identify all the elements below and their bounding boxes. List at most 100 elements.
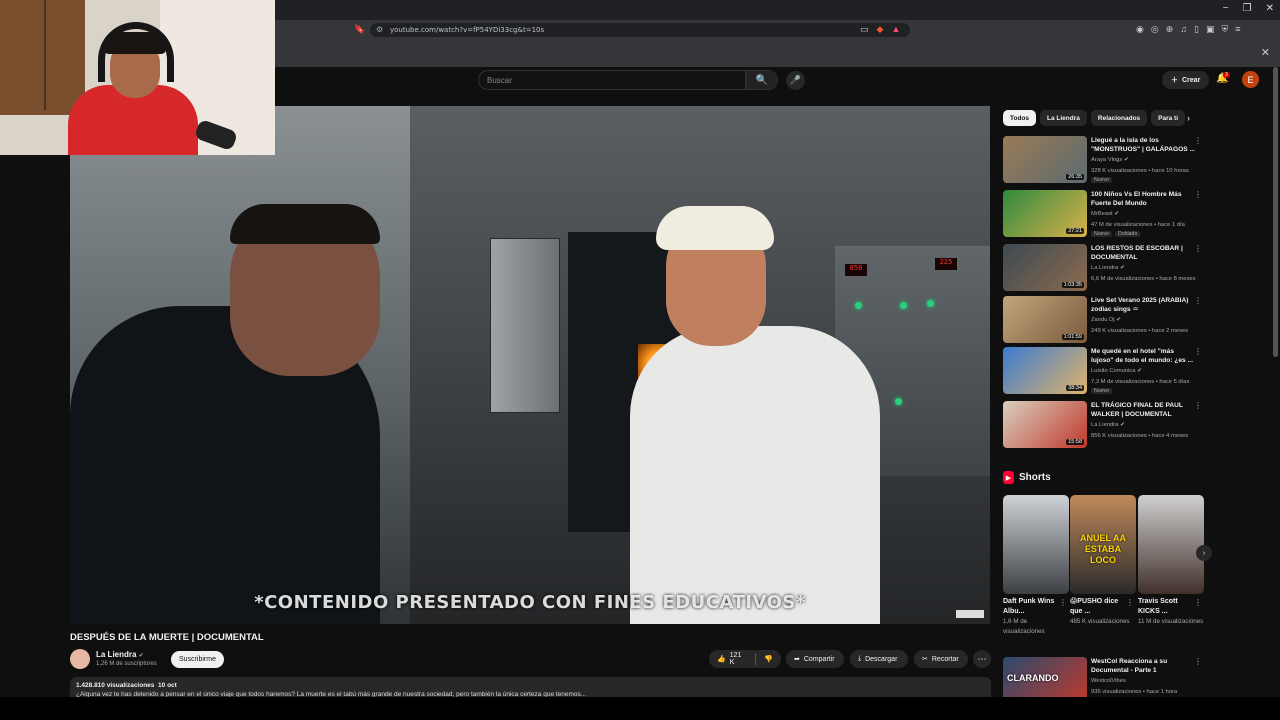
- page-scrollbar[interactable]: [1273, 67, 1278, 357]
- cast-icon[interactable]: ▭: [860, 24, 869, 35]
- short-title[interactable]: 😱PUSHO dice que ...: [1070, 597, 1128, 617]
- short-thumbnail[interactable]: [1003, 495, 1069, 594]
- download-button[interactable]: ⤓ Descargar: [850, 650, 908, 668]
- address-bar-actions: ▭ ◆ ▲: [860, 24, 900, 35]
- shorts-next-button[interactable]: ›: [1196, 545, 1212, 561]
- kebab-menu-icon[interactable]: ⋮: [1194, 657, 1202, 666]
- subscribe-button[interactable]: Suscribirme: [171, 651, 224, 668]
- recommendation-meta: 936 visualizaciones • hace 1 hora: [1091, 689, 1178, 695]
- extension-1-icon[interactable]: ◉: [1136, 24, 1144, 35]
- recommendation-channel[interactable]: Zandu Dj ✔: [1091, 317, 1121, 323]
- sidebar-icon[interactable]: ▯: [1194, 24, 1199, 35]
- channel-name[interactable]: La Liendra ✔: [96, 650, 144, 659]
- kebab-menu-icon[interactable]: ⋮: [1126, 598, 1134, 607]
- recommendation-item[interactable]: 26:35 Llegué a la isla de los "MONSTRUOS"…: [1003, 136, 1208, 186]
- video-thumbnail[interactable]: 27:21: [1003, 190, 1087, 237]
- search-input[interactable]: Buscar: [478, 70, 746, 90]
- recommendation-channel[interactable]: WestcolVibes: [1091, 678, 1126, 684]
- close-icon[interactable]: ✕: [1261, 46, 1270, 59]
- like-count[interactable]: 121 K: [730, 652, 748, 666]
- panel-display: 850: [845, 264, 867, 276]
- menu-icon[interactable]: ≡: [1235, 24, 1240, 35]
- recommendation-item[interactable]: 1:01:59 Live Set Verano 2025 (ARABIA) zod…: [1003, 296, 1208, 346]
- chevron-right-icon[interactable]: ›: [1187, 113, 1190, 123]
- recommendation-meta: 856 K visualizaciones • hace 4 meses: [1091, 433, 1189, 439]
- site-info-icon[interactable]: ⚙: [376, 25, 383, 34]
- share-button[interactable]: ➦ Compartir: [786, 650, 844, 668]
- close-window-button[interactable]: ✕: [1266, 3, 1274, 14]
- recommendation-title[interactable]: LOS RESTOS DE ESCOBAR | DOCUMENTAL: [1091, 244, 1195, 262]
- like-icon[interactable]: 👍: [717, 655, 726, 663]
- kebab-menu-icon[interactable]: ⋮: [1194, 296, 1202, 305]
- bookmark-icon[interactable]: 🔖: [354, 24, 365, 35]
- short-item[interactable]: Travis Scott KICKS ... 11 M de visualizac…: [1138, 495, 1204, 627]
- recommendation-title[interactable]: Live Set Verano 2025 (ARABIA) zodiac sin…: [1091, 296, 1195, 314]
- extension-2-icon[interactable]: ◎: [1151, 24, 1159, 35]
- recommendation-item[interactable]: 1:03:35 LOS RESTOS DE ESCOBAR | DOCUMENTA…: [1003, 244, 1208, 294]
- vpn-icon[interactable]: ⛨: [1221, 24, 1228, 35]
- video-player[interactable]: 850 225 *CONTENIDO PRESENTADO CON FINES …: [70, 106, 990, 624]
- video-thumbnail[interactable]: 1:01:59: [1003, 296, 1087, 343]
- kebab-menu-icon[interactable]: ⋮: [1194, 401, 1202, 410]
- recommendation-title[interactable]: Llegué a la isla de los "MONSTRUOS" | GA…: [1091, 136, 1195, 154]
- short-item[interactable]: ANUEL AA ESTABA LOCO 😱PUSHO dice que ... 4…: [1070, 495, 1136, 627]
- recommendation-meta: 47 M de visualizaciones • hace 1 día: [1091, 222, 1185, 228]
- video-thumbnail[interactable]: 38:34: [1003, 347, 1087, 394]
- short-title[interactable]: Daft Punk Wins Albu...: [1003, 597, 1061, 617]
- kebab-menu-icon[interactable]: ⋮: [1194, 347, 1202, 356]
- short-thumbnail[interactable]: [1138, 495, 1204, 594]
- dislike-icon[interactable]: 👎: [764, 655, 773, 663]
- recommendation-channel[interactable]: La Liendra ✔: [1091, 422, 1125, 428]
- recommendation-channel[interactable]: La Liendra ✔: [1091, 265, 1125, 271]
- chip-todos[interactable]: Todos: [1003, 110, 1037, 126]
- recommendation-channel[interactable]: Araya Vlogs ✔: [1091, 157, 1129, 163]
- kebab-menu-icon[interactable]: ⋮: [1194, 598, 1202, 607]
- plus-icon: ＋: [1171, 77, 1178, 84]
- voice-search-button[interactable]: 🎤: [786, 71, 805, 90]
- address-bar[interactable]: ⚙ youtube.com/watch?v=fP54YDi33cg&t=10s: [370, 23, 910, 37]
- new-badge: Nuevo: [1091, 388, 1112, 394]
- recommendation-item[interactable]: 38:34 Me quedé en el hotel "más lujoso" d…: [1003, 347, 1208, 397]
- extension-3-icon[interactable]: ⊕: [1166, 24, 1174, 35]
- wallet-icon[interactable]: ▣: [1206, 24, 1215, 35]
- short-item[interactable]: Daft Punk Wins Albu... 1,6 M de visualiza…: [1003, 495, 1069, 637]
- video-duration: 15:58: [1066, 439, 1084, 445]
- video-thumbnail[interactable]: 26:35: [1003, 136, 1087, 183]
- kebab-menu-icon[interactable]: ⋮: [1059, 598, 1067, 607]
- account-avatar[interactable]: E: [1242, 71, 1259, 88]
- video-duration: 27:21: [1066, 228, 1084, 234]
- recommendation-title[interactable]: Me quedé en el hotel "más lujoso" de tod…: [1091, 347, 1195, 365]
- minimize-button[interactable]: −: [1223, 3, 1229, 14]
- webcam-cabinet: [0, 0, 85, 115]
- search-button[interactable]: 🔍: [746, 70, 778, 90]
- brave-rewards-icon[interactable]: ▲: [891, 24, 900, 35]
- short-thumbnail[interactable]: ANUEL AA ESTABA LOCO: [1070, 495, 1136, 594]
- verified-icon: ✔: [1114, 211, 1120, 217]
- video-thumbnail[interactable]: 15:58: [1003, 401, 1087, 448]
- brave-shield-icon[interactable]: ◆: [877, 24, 884, 35]
- recommendation-channel[interactable]: MrBeast ✔: [1091, 211, 1119, 217]
- kebab-menu-icon[interactable]: ⋮: [1194, 136, 1202, 145]
- recommendation-title[interactable]: WestCol Reacciona a su Documental - Part…: [1091, 657, 1195, 675]
- chip-para-ti[interactable]: Para ti: [1151, 110, 1186, 126]
- clip-button[interactable]: ✂ Recortar: [914, 650, 968, 668]
- subscriber-count: 1,26 M de suscriptores: [96, 661, 157, 667]
- recommendation-title[interactable]: EL TRÁGICO FINAL DE PAUL WALKER | DOCUME…: [1091, 401, 1195, 419]
- chip-la-liendra[interactable]: La Liendra: [1040, 110, 1087, 126]
- recommendation-item[interactable]: 15:58 EL TRÁGICO FINAL DE PAUL WALKER | D…: [1003, 401, 1208, 451]
- chip-relacionados[interactable]: Relacionados: [1090, 110, 1148, 126]
- recommendation-title[interactable]: 100 Niños Vs El Hombre Más Fuerte Del Mu…: [1091, 190, 1195, 208]
- music-icon[interactable]: ♫: [1180, 24, 1187, 35]
- create-button[interactable]: ＋ Crear: [1162, 71, 1210, 89]
- recommendation-channel[interactable]: Luisito Comunica ✔: [1091, 368, 1142, 374]
- short-overlay-text: ANUEL AA ESTABA LOCO: [1079, 533, 1126, 565]
- recommendation-item[interactable]: 27:21 100 Niños Vs El Hombre Más Fuerte D…: [1003, 190, 1208, 240]
- video-thumbnail[interactable]: 1:03:35: [1003, 244, 1087, 291]
- kebab-menu-icon[interactable]: ⋮: [1194, 190, 1202, 199]
- kebab-menu-icon[interactable]: ⋮: [1194, 244, 1202, 253]
- panel-light: [855, 302, 862, 309]
- short-title[interactable]: Travis Scott KICKS ...: [1138, 597, 1196, 617]
- channel-avatar[interactable]: [70, 649, 90, 669]
- more-actions-button[interactable]: ⋯: [973, 650, 991, 668]
- restore-button[interactable]: ❐: [1243, 3, 1252, 14]
